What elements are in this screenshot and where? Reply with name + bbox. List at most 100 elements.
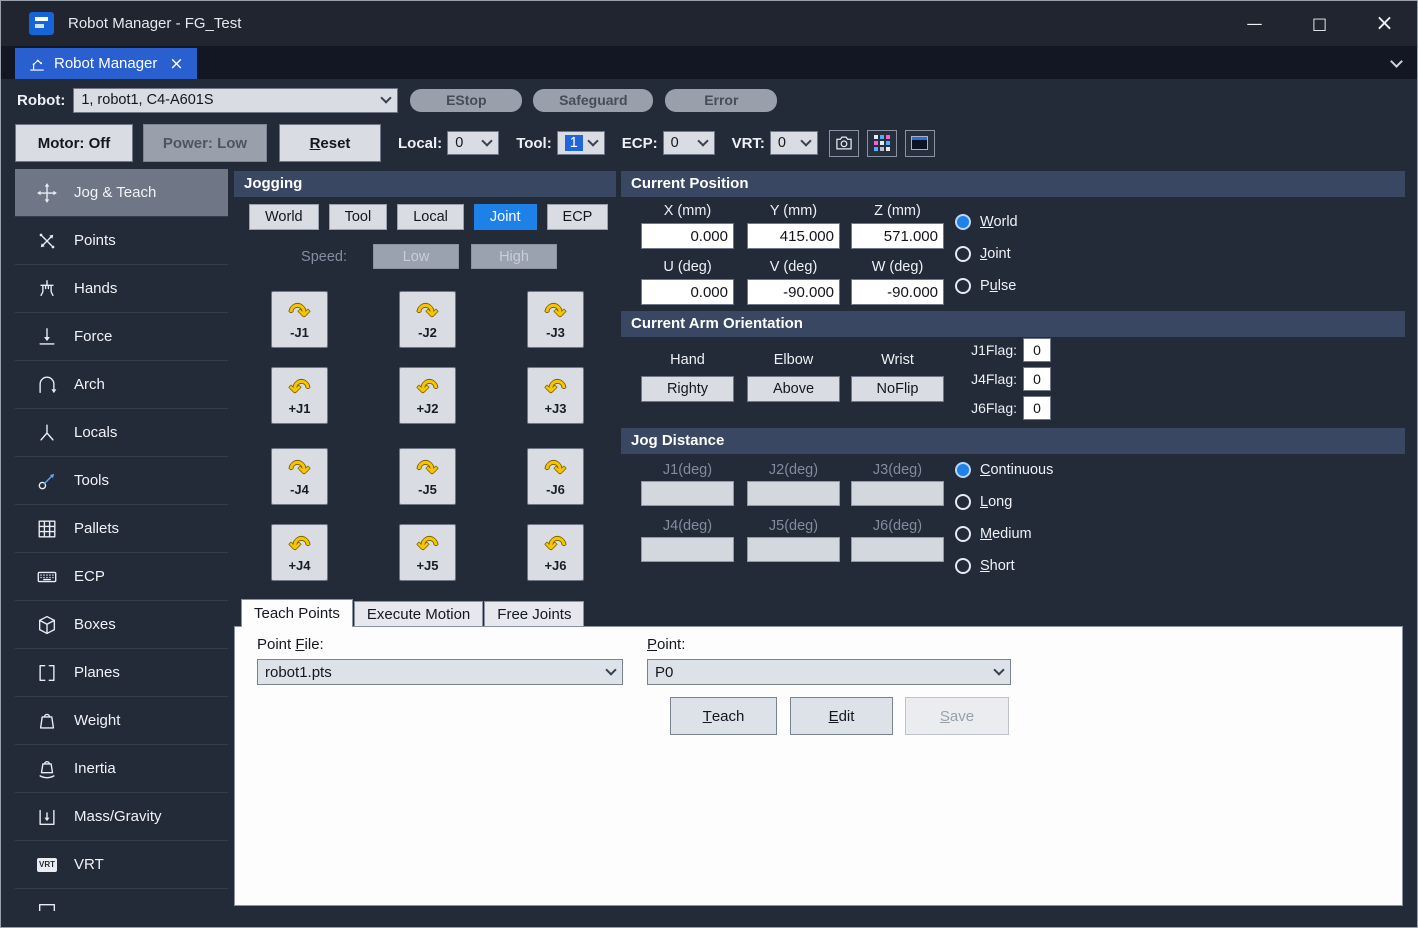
jog-ccw-icon: ↶ [289,532,310,559]
planes-icon [34,662,60,684]
sidebar-item-hands[interactable]: Hands [15,265,228,313]
tab-close-icon[interactable]: × [169,54,183,74]
minimize-button[interactable]: — [1222,1,1287,46]
sidebar-item-label: Hands [74,280,117,297]
jog-button-minus-j1[interactable]: ↷-J1 [271,291,328,348]
sidebar-item-pallets[interactable]: Pallets [15,505,228,553]
field-u[interactable]: 0.000 [641,279,734,305]
tab-list-chevron-icon[interactable] [1390,55,1403,68]
sidebar-item-jog-teach[interactable]: Jog & Teach [15,169,228,217]
sidebar-item-mass-gravity[interactable]: Mass/Gravity [15,793,228,841]
vrt-select[interactable]: 0 [770,131,818,155]
u-label: U (deg) [641,259,734,275]
sidebar-item-points[interactable]: Points [15,217,228,265]
point-select[interactable]: P0 [647,659,1011,685]
jog-button-label: +J1 [288,401,310,416]
jog-button-plus-j5[interactable]: ↶+J5 [399,524,456,581]
local-select[interactable]: 0 [447,131,499,155]
radio-world[interactable]: World [955,211,1018,233]
tab-teach-points[interactable]: Teach Points [241,599,353,627]
jog-button-minus-j5[interactable]: ↷-J5 [399,448,456,505]
chevron-down-icon [993,664,1004,675]
sidebar-item-partial[interactable] [15,889,228,911]
field-v[interactable]: -90.000 [747,279,840,305]
reset-button[interactable]: Reset [279,124,381,162]
vision-pixels-button[interactable] [867,130,897,157]
maximize-button[interactable]: □ [1287,1,1352,46]
motor-button[interactable]: Motor: Off [15,124,133,162]
terminal-button[interactable] [905,130,935,157]
elbow-value: Above [747,376,840,402]
j1-distance-label: J1(deg) [641,462,734,478]
ecp-select[interactable]: 0 [663,131,715,155]
jog-mode-joint-button[interactable]: Joint [474,204,537,230]
radio-long[interactable]: Long [955,491,1053,513]
jog-button-plus-j1[interactable]: ↶+J1 [271,367,328,424]
jog-ccw-icon: ↶ [417,375,438,402]
sidebar-item-arch[interactable]: Arch [15,361,228,409]
jog-button-minus-j2[interactable]: ↷-J2 [399,291,456,348]
estop-indicator: EStop [410,89,522,112]
tab-robot-manager[interactable]: Robot Manager × [15,48,197,79]
jog-mode-ecp-button[interactable]: ECP [547,204,609,230]
vrt-select-value: 0 [778,135,786,151]
sidebar-item-weight[interactable]: Weight [15,697,228,745]
field-x[interactable]: 0.000 [641,223,734,249]
edit-button[interactable]: Edit [790,697,893,735]
jog-grid-j4-j6: ↷-J4 ↷-J5 ↷-J6 ↶+J4 ↶+J5 ↶+J6 [271,448,584,581]
radio-continuous[interactable]: Continuous [955,459,1053,481]
close-button[interactable]: × [1352,1,1417,46]
jog-mode-world-button[interactable]: World [249,204,319,230]
sidebar-item-tools[interactable]: Tools [15,457,228,505]
point-file-select[interactable]: robot1.pts [257,659,623,685]
flag-row-j1: J1Flag:0 [951,338,1051,362]
field-z[interactable]: 571.000 [851,223,944,249]
jog-button-plus-j6[interactable]: ↶+J6 [527,524,584,581]
jog-button-plus-j2[interactable]: ↶+J2 [399,367,456,424]
radio-circle [955,278,971,294]
radio-pulse[interactable]: Pulse [955,275,1018,297]
sidebar-item-boxes[interactable]: Boxes [15,601,228,649]
radio-joint[interactable]: Joint [955,243,1018,265]
robot-select[interactable]: 1, robot1, C4-A601S [73,88,398,113]
sidebar-item-force[interactable]: Force [15,313,228,361]
field-j5-distance [747,537,840,562]
jog-button-minus-j4[interactable]: ↷-J4 [271,448,328,505]
jog-button-minus-j6[interactable]: ↷-J6 [527,448,584,505]
sidebar-item-label: ECP [74,568,105,585]
sidebar-item-vrt[interactable]: VRT VRT [15,841,228,889]
chevron-down-icon [482,135,493,146]
sidebar-item-locals[interactable]: Locals [15,409,228,457]
jog-ccw-icon: ↶ [545,532,566,559]
jog-mode-tool-button[interactable]: Tool [329,204,388,230]
teach-button[interactable]: Teach [670,697,777,735]
jog-ccw-icon: ↶ [545,375,566,402]
radio-short[interactable]: Short [955,555,1053,577]
tool-select[interactable]: 1 [557,131,605,155]
sidebar-item-planes[interactable]: Planes [15,649,228,697]
ecp-icon [34,566,60,588]
jog-button-plus-j4[interactable]: ↶+J4 [271,524,328,581]
w-label: W (deg) [851,259,944,275]
terminal-icon [911,136,928,150]
sidebar-item-inertia[interactable]: Inertia [15,745,228,793]
jog-distance-radios: Continuous Long Medium Short [955,459,1053,577]
field-w[interactable]: -90.000 [851,279,944,305]
field-j6-distance [851,537,944,562]
title-bar: Robot Manager - FG_Test — □ × [1,1,1417,46]
status-sections: Current Position X (mm) Y (mm) Z (mm) 0.… [621,169,1405,598]
toolbar-row-2: Motor: Off Power: Low Reset Local: 0 Too… [15,123,935,163]
jog-mode-local-button[interactable]: Local [397,204,464,230]
radio-medium[interactable]: Medium [955,523,1053,545]
field-y[interactable]: 415.000 [747,223,840,249]
tab-free-joints[interactable]: Free Joints [484,601,584,626]
sidebar-item-ecp[interactable]: ECP [15,553,228,601]
jog-button-plus-j3[interactable]: ↶+J3 [527,367,584,424]
save-button: Save [905,697,1009,735]
current-position-header: Current Position [621,171,1405,197]
camera-button[interactable] [829,130,859,157]
radio-circle [955,558,971,574]
tab-execute-motion[interactable]: Execute Motion [354,601,483,626]
sidebar-item-label: Inertia [74,760,116,777]
jog-button-minus-j3[interactable]: ↷-J3 [527,291,584,348]
